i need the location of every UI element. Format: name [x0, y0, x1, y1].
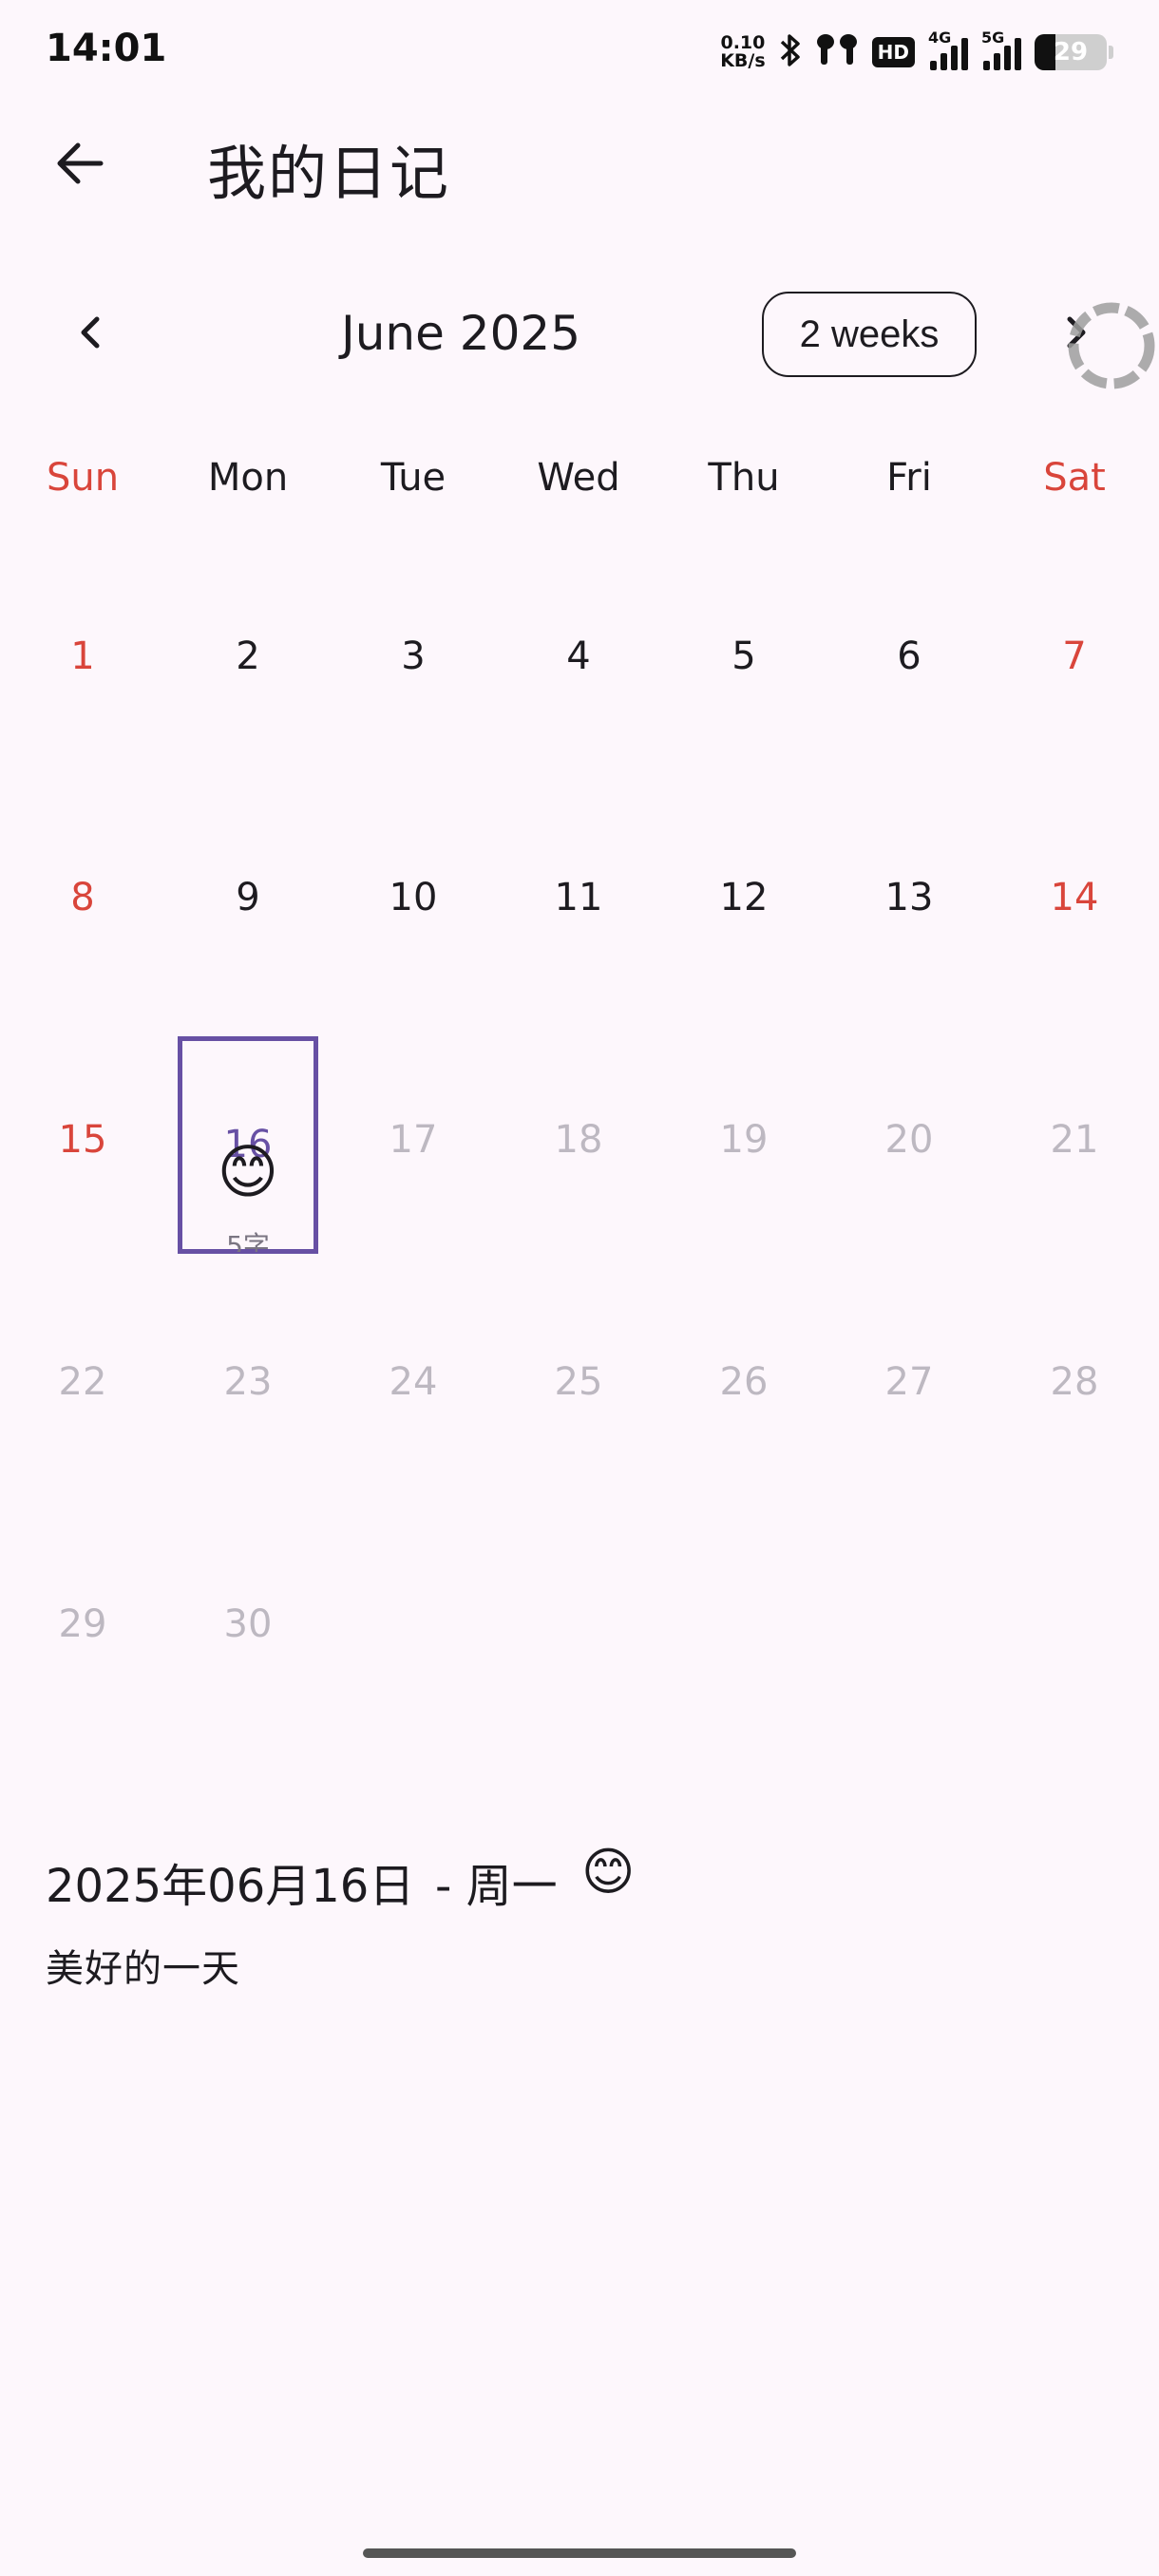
- day-cell-13[interactable]: 13: [826, 876, 992, 933]
- battery-level: 29: [1053, 38, 1089, 66]
- day-cell-12[interactable]: 12: [661, 876, 826, 933]
- day-cell-30: 30: [223, 1602, 273, 1646]
- entry-weekday: - 周一: [435, 1860, 558, 1913]
- day-cell-15[interactable]: 15: [0, 1118, 165, 1175]
- day-cell-14[interactable]: 14: [992, 876, 1157, 933]
- selected-day-mood-icon: 😊: [217, 1137, 279, 1206]
- day-cell-24: 24: [389, 1360, 438, 1404]
- day-cell-2[interactable]: 2: [165, 635, 331, 691]
- day-cell-29: 29: [58, 1602, 107, 1646]
- day-cell-21: 21: [1050, 1118, 1099, 1162]
- signal-5g-icon: 5G: [981, 28, 1021, 70]
- day-cell-7[interactable]: 7: [992, 635, 1157, 691]
- weekday-label-sun: Sun: [46, 456, 120, 500]
- day-cell-9[interactable]: 9: [165, 876, 331, 933]
- day-cell-28: 28: [1050, 1360, 1099, 1404]
- status-icons: 0.10 KB/s HD 4G 5G 29: [720, 28, 1113, 76]
- arrow-back-icon: [57, 142, 104, 184]
- status-bar: 14:01 0.10 KB/s HD 4G 5G 29: [0, 0, 1159, 104]
- day-cell-19: 19: [719, 1118, 769, 1162]
- battery-tip: [1109, 46, 1113, 59]
- day-cell-26: 26: [719, 1360, 769, 1404]
- day-cell-25: 25: [554, 1360, 603, 1404]
- day-cell-22: 22: [58, 1360, 107, 1404]
- calendar-format-button[interactable]: 2 weeks: [762, 292, 977, 377]
- day-cell-5[interactable]: 5: [661, 635, 826, 691]
- previous-month-button[interactable]: [65, 306, 118, 359]
- day-cell-1[interactable]: 1: [0, 635, 165, 691]
- weekday-label-tue: Tue: [380, 456, 446, 500]
- earbuds-icon: [815, 32, 859, 72]
- home-indicator[interactable]: [363, 2548, 796, 2558]
- hd-voice-icon: HD: [871, 37, 915, 67]
- battery-icon: 29: [1035, 34, 1107, 70]
- weekday-label-sat: Sat: [1043, 456, 1106, 500]
- day-cell-8[interactable]: 8: [0, 876, 165, 933]
- signal-4g-icon: 4G: [928, 28, 968, 70]
- entry-content[interactable]: 美好的一天: [46, 1938, 240, 1993]
- weekday-label-mon: Mon: [207, 456, 289, 500]
- entry-mood-icon: 😊: [581, 1842, 636, 1902]
- day-cell-4[interactable]: 4: [496, 635, 661, 691]
- weekday-label-fri: Fri: [886, 456, 932, 500]
- day-cell-11[interactable]: 11: [496, 876, 661, 933]
- entry-date: 2025年06月16日: [46, 1860, 415, 1913]
- battery-fill: [1035, 34, 1056, 70]
- chevron-left-icon: [81, 316, 100, 349]
- weekday-header: Sun Mon Tue Wed Thu Fri Sat: [0, 456, 1159, 513]
- status-time: 14:01: [46, 27, 167, 70]
- day-cell-17: 17: [389, 1118, 438, 1162]
- day-cell-10[interactable]: 10: [331, 876, 496, 933]
- loading-spinner-icon: [1068, 302, 1155, 389]
- back-button[interactable]: [49, 133, 110, 194]
- month-title: June 2025: [340, 306, 581, 361]
- weekday-label-wed: Wed: [537, 456, 620, 500]
- day-cell-20: 20: [884, 1118, 934, 1162]
- selected-day-word-count: 5字: [226, 1230, 270, 1252]
- page-title: 我的日记: [207, 139, 451, 208]
- network-speed: 0.10 KB/s: [720, 32, 766, 71]
- day-cell-23: 23: [223, 1360, 273, 1404]
- day-cell-27: 27: [884, 1360, 934, 1404]
- day-cell-18: 18: [554, 1118, 603, 1162]
- bluetooth-icon: [779, 32, 802, 72]
- day-cell-3[interactable]: 3: [331, 635, 496, 691]
- weekday-label-thu: Thu: [708, 456, 780, 500]
- day-cell-6[interactable]: 6: [826, 635, 992, 691]
